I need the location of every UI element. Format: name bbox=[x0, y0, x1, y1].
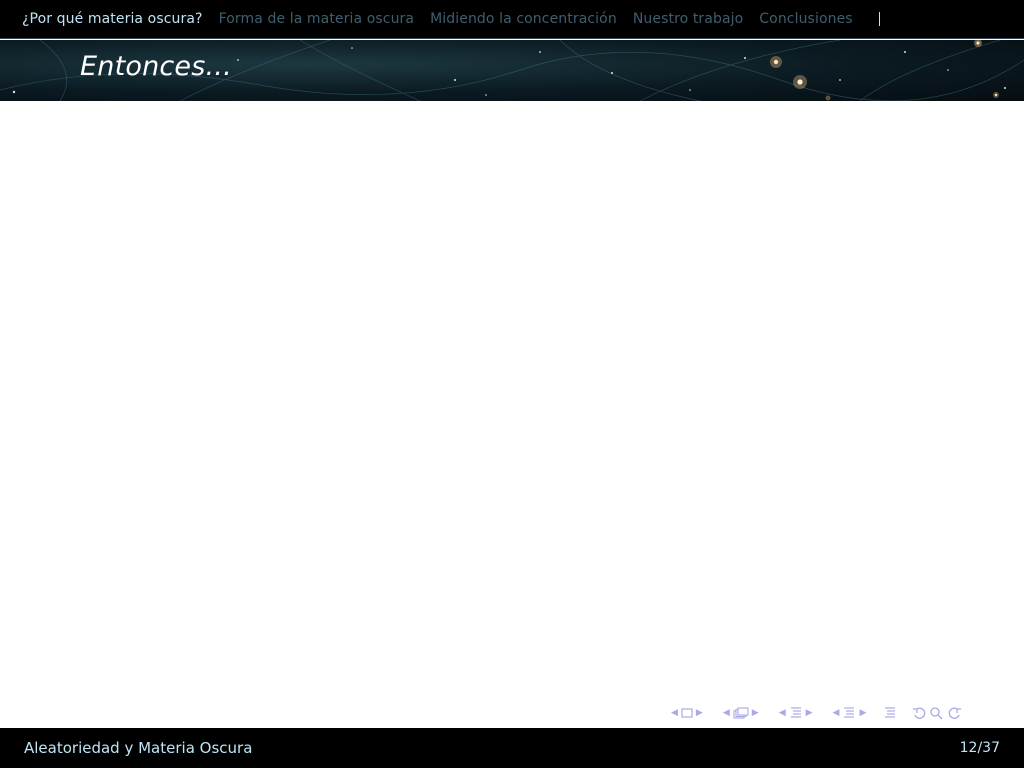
slide-nav-icon[interactable]: ◀ ▶ bbox=[668, 708, 706, 718]
subsection-indicator bbox=[878, 12, 880, 26]
section-nav-icon[interactable]: ◀ ▶ bbox=[830, 706, 870, 720]
footer-bar: Aleatoriedad y Materia Oscura 12/37 bbox=[0, 728, 1024, 768]
back-forward-search-icon[interactable] bbox=[911, 706, 963, 720]
nav-section-conclusiones[interactable]: Conclusiones bbox=[759, 11, 852, 27]
nav-section-nuestro-trabajo[interactable]: Nuestro trabajo bbox=[633, 11, 743, 27]
nav-section-por-que-materia-oscura[interactable]: ¿Por qué materia oscura? bbox=[22, 11, 203, 27]
frame-title: Entonces... bbox=[80, 51, 232, 82]
slide: ¿Por qué materia oscura? Forma de la mat… bbox=[0, 0, 1024, 768]
nav-section-midiendo-concentracion[interactable]: Midiendo la concentración bbox=[430, 11, 617, 27]
beamer-navigation-symbols: ◀ ▶ ◀ ▶ ◀ ▶ ◀ ▶ bbox=[668, 703, 977, 723]
frame-title-band: Entonces... bbox=[0, 40, 1024, 101]
document-nav-icon[interactable] bbox=[883, 706, 897, 720]
footer-presentation-title: Aleatoriedad y Materia Oscura bbox=[24, 739, 253, 757]
nav-section-forma-materia-oscura[interactable]: Forma de la materia oscura bbox=[219, 11, 415, 27]
page-number: 12/37 bbox=[959, 740, 1000, 756]
frame-nav-icon[interactable]: ◀ ▶ bbox=[720, 707, 762, 719]
section-navigation-bar: ¿Por qué materia oscura? Forma de la mat… bbox=[0, 0, 1024, 39]
subsection-nav-icon[interactable]: ◀ ▶ bbox=[776, 706, 816, 720]
